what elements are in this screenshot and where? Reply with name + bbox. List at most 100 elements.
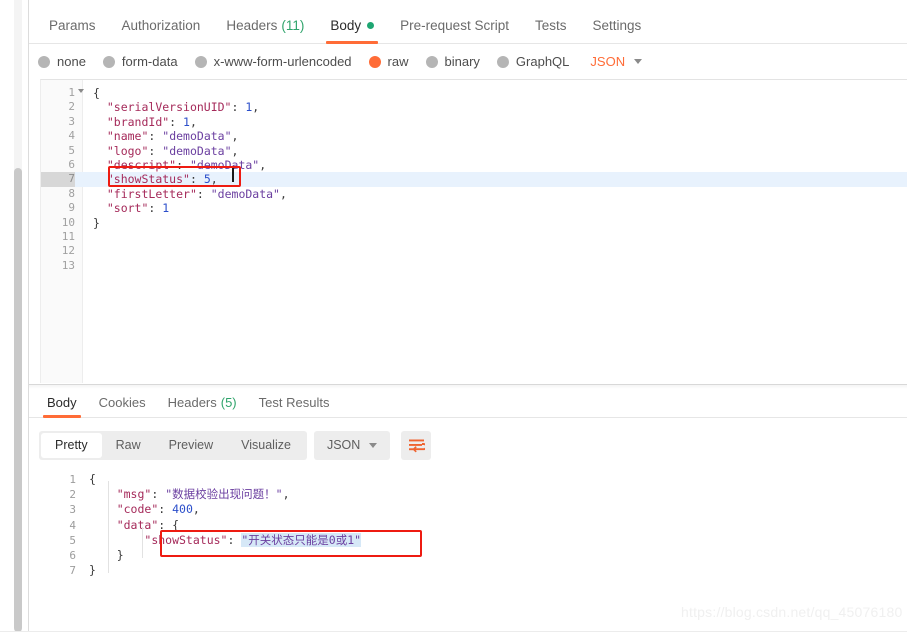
line-source: "data": { (116, 517, 180, 532)
line-number: 4 (69, 518, 76, 532)
response-tab-cookies[interactable]: Cookies (88, 387, 157, 418)
request-tab-bar: Params Authorization Headers (11) Body P… (29, 8, 907, 44)
tab-headers-label: Headers (226, 18, 278, 33)
code-line: 6 "descript": "demoData", (41, 158, 907, 172)
line-number: 6 (69, 548, 76, 562)
body-type-raw[interactable]: raw (368, 54, 409, 69)
tab-params[interactable]: Params (36, 8, 109, 44)
response-toolbar: Pretty Raw Preview Visualize JSON (29, 424, 907, 466)
tab-tests[interactable]: Tests (522, 8, 580, 44)
line-source: } (116, 547, 124, 562)
radio-icon (496, 55, 509, 68)
view-mode-preview-label: Preview (168, 438, 214, 452)
tab-headers-count: (11) (281, 18, 305, 33)
body-type-urlencoded-label: x-www-form-urlencoded (213, 54, 352, 69)
response-tab-cookies-label: Cookies (98, 394, 146, 410)
response-code-line: 4 "data": { (29, 518, 907, 533)
tab-params-label: Params (49, 18, 96, 33)
view-mode-preview[interactable]: Preview (155, 433, 227, 458)
radio-icon (102, 55, 115, 68)
line-source: { (89, 472, 96, 486)
line-number: 1 (69, 473, 76, 486)
line-number: 8 (68, 186, 75, 200)
tab-settings-label: Settings (592, 18, 642, 33)
tab-body[interactable]: Body (317, 8, 387, 44)
line-number: 2 (69, 488, 76, 502)
body-type-urlencoded[interactable]: x-www-form-urlencoded (194, 54, 352, 69)
text-cursor (232, 167, 234, 182)
response-code-line: 5 "showStatus": "开关状态只能是0或1" (29, 532, 907, 548)
code-line: 3 "brandId": 1, (41, 115, 907, 129)
response-tab-headers[interactable]: Headers (5) (157, 387, 248, 418)
code-line: 1 { (41, 86, 907, 100)
response-view-mode-group: Pretty Raw Preview Visualize (39, 430, 307, 460)
radio-icon (38, 55, 50, 68)
body-modified-dot-icon (367, 22, 375, 29)
code-line: 4 "name": "demoData", (41, 129, 907, 143)
code-line: 9 "sort": 1 (41, 201, 907, 215)
page-scrollbar-thumb[interactable] (14, 168, 22, 632)
line-number: 3 (68, 114, 75, 128)
line-source: } (89, 563, 96, 578)
view-mode-visualize[interactable]: Visualize (227, 433, 305, 458)
tab-pre-request-script[interactable]: Pre-request Script (387, 8, 522, 44)
line-number: 7 (41, 172, 75, 187)
line-number: 5 (68, 143, 75, 157)
response-tab-body-label: Body (47, 394, 77, 410)
line-number: 5 (69, 533, 76, 547)
body-type-graphql[interactable]: GraphQL (496, 54, 569, 69)
line-number: 11 (61, 229, 75, 243)
line-number: 13 (61, 258, 75, 272)
tab-headers[interactable]: Headers (11) (213, 8, 317, 44)
response-tab-test-results-label: Test Results (258, 394, 330, 410)
watermark-text: https://blog.csdn.net/qq_45076180 (681, 604, 903, 620)
response-tab-headers-count: (5) (220, 394, 237, 410)
tab-authorization[interactable]: Authorization (109, 8, 214, 44)
line-number: 6 (68, 157, 75, 171)
response-code-line: 2 "msg": "数据校验出现问题！", (29, 487, 907, 502)
line-source: "firstLetter": "demoData", (106, 186, 287, 201)
chevron-down-icon (634, 59, 643, 64)
response-format-dropdown[interactable]: JSON (313, 430, 391, 460)
line-source: { (93, 86, 100, 100)
body-type-binary[interactable]: binary (425, 54, 480, 69)
line-source: "showStatus": 5, (106, 172, 218, 187)
line-source: "serialVersionUID": 1, (106, 100, 260, 115)
response-tab-test-results[interactable]: Test Results (248, 387, 341, 418)
tab-settings[interactable]: Settings (579, 8, 654, 44)
body-type-form-data[interactable]: form-data (102, 54, 178, 69)
line-source: } (93, 215, 100, 230)
word-wrap-button[interactable] (401, 430, 432, 460)
line-number: 3 (69, 503, 76, 517)
view-mode-raw-label: Raw (115, 438, 141, 452)
window-left-margin (0, 0, 14, 632)
line-source: "sort": 1 (106, 201, 170, 216)
line-number: 10 (61, 215, 75, 229)
radio-icon (425, 55, 438, 68)
code-line: 5 "logo": "demoData", (41, 144, 907, 158)
response-code-line: 7 } (29, 563, 907, 578)
code-line: 8 "firstLetter": "demoData", (41, 187, 907, 201)
view-mode-pretty-label: Pretty (55, 438, 88, 452)
radio-selected-icon (368, 55, 381, 68)
line-source: "brandId": 1, (106, 114, 197, 129)
body-type-row: none form-data x-www-form-urlencoded raw… (29, 45, 907, 78)
fold-arrow-icon[interactable] (78, 89, 84, 93)
body-type-none[interactable]: none (38, 54, 86, 69)
view-mode-raw[interactable]: Raw (102, 433, 155, 458)
raw-format-dropdown[interactable]: JSON (590, 54, 643, 69)
body-type-raw-label: raw (387, 54, 409, 69)
tab-body-label: Body (330, 18, 362, 33)
request-code-lines: 1 { 2 "serialVersionUID": 1, 3 "brandId"… (41, 86, 907, 273)
view-mode-pretty[interactable]: Pretty (41, 432, 102, 458)
code-line: 11 (41, 230, 907, 244)
response-code-line: 6 } (29, 548, 907, 563)
request-body-editor[interactable]: 1 { 2 "serialVersionUID": 1, 3 "brandId"… (40, 79, 907, 383)
response-code-line: 3 "code": 400, (29, 502, 907, 517)
response-tab-body[interactable]: Body (36, 387, 88, 418)
response-tab-body-active-underline (43, 414, 81, 418)
code-line-active: 7 "showStatus": 5, (41, 172, 907, 187)
response-tab-bar: Body Cookies Headers (5) Test Results (29, 387, 907, 418)
chevron-down-icon (369, 442, 378, 448)
postman-window: Params Authorization Headers (11) Body P… (0, 0, 907, 632)
